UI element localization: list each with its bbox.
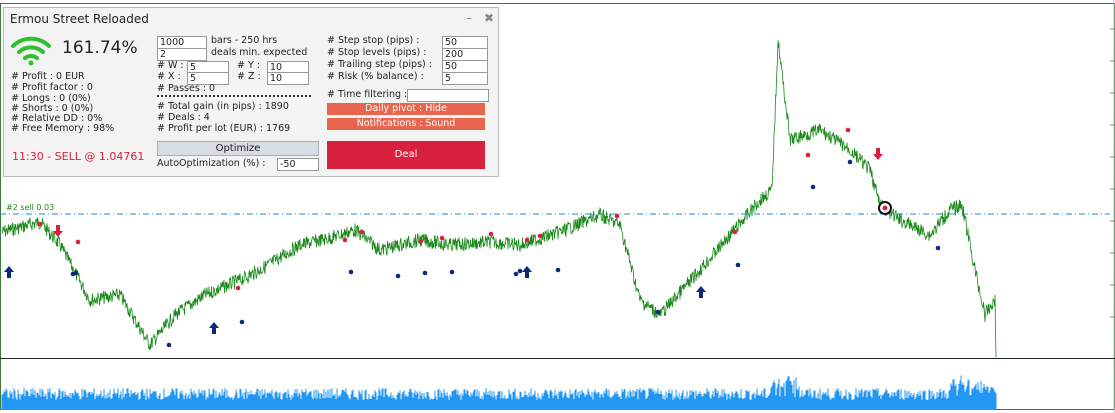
panel-title: Ermou Street Reloaded [10,12,149,26]
pivot-dot-blue [395,273,401,279]
pivot-dot-red [732,229,738,235]
pivot-dot-blue [513,271,519,277]
deal-button[interactable]: Deal [327,141,485,169]
pivot-dot-blue [166,342,172,348]
trailing-step-label: # Trailing step (pips) : [327,59,432,70]
pivot-dot-blue [935,245,941,251]
pivot-dot-blue [655,309,661,315]
last-signal-status: 11:30 - SELL @ 1.04761 [12,150,145,163]
pivot-dot-red [524,237,530,243]
pivot-dot-blue [517,268,523,274]
pivot-dot-blue [555,267,561,273]
pivot-dot-red [614,213,620,219]
ea-control-panel: Ermou Street Reloaded – ✖ 161.74% # Prof… [3,7,499,177]
pivot-dot-red [37,221,43,227]
y-label: # Y : [237,60,261,71]
pivot-dot-red [75,239,81,245]
time-filter-label: # Time filtering : [327,89,408,100]
bars-label: bars - 250 hrs [211,35,278,46]
deals-count-label: # Deals : 4 [157,112,210,123]
stat-profit-factor: # Profit factor : 0 [11,82,93,93]
optimize-button[interactable]: Optimize [157,141,319,156]
close-icon[interactable]: ✖ [484,11,494,25]
pivot-dot-blue [422,270,428,276]
pivot-dot-red [845,127,851,133]
stat-profit: # Profit : 0 EUR [11,71,85,82]
pivot-dot-red [537,233,543,239]
order-line-label: #2 sell 0.03 [6,203,55,212]
pivot-dot-red [488,231,494,237]
risk-input[interactable]: 5 [442,72,488,85]
pivot-dot-red [235,285,241,291]
progress-separator [157,95,311,97]
pivot-dot-red [342,237,348,243]
pivot-dot-blue [239,319,245,325]
pivot-dot-blue [449,269,455,275]
notifications-toggle[interactable]: Notifications : Sound [327,118,485,130]
w-label: # W : [157,60,184,71]
total-gain-label: # Total gain (in pips) : 1890 [157,101,289,112]
pivot-dot-blue [735,262,741,268]
autoopt-input[interactable]: -50 [277,158,319,171]
sell-entry-marker-icon [878,201,892,215]
performance-percent: 161.74% [62,38,138,58]
time-filter-input[interactable] [407,89,489,102]
pivot-dot-red [439,235,445,241]
pivot-dot-red [805,152,811,158]
pivot-dot-blue [348,269,354,275]
profit-per-lot-label: # Profit per lot (EUR) : 1769 [157,123,291,134]
autoopt-label: AutoOptimization (%) : [157,158,266,169]
stat-free-memory: # Free Memory : 98% [11,123,115,134]
risk-label: # Risk (% balance) : [327,71,424,82]
z-input[interactable]: 10 [267,72,309,85]
minimize-icon[interactable]: – [466,11,472,25]
pivot-dot-red [418,238,424,244]
pivot-dot-blue [73,270,79,276]
deals-min-label: deals min. expected [211,47,308,58]
z-label: # Z : [237,71,261,82]
daily-pivot-toggle[interactable]: Daily pivot : Hide [327,103,485,115]
pivot-dot-blue [810,184,816,190]
pivot-dot-blue [847,159,853,165]
pivot-dot-red [359,229,365,235]
stop-levels-label: # Stop levels (pips) : [327,47,427,58]
step-stop-label: # Step stop (pips) : [327,35,420,46]
wifi-signal-icon [11,36,51,66]
x-label: # X : [157,71,181,82]
passes-label: # Passes : 0 [157,83,216,94]
